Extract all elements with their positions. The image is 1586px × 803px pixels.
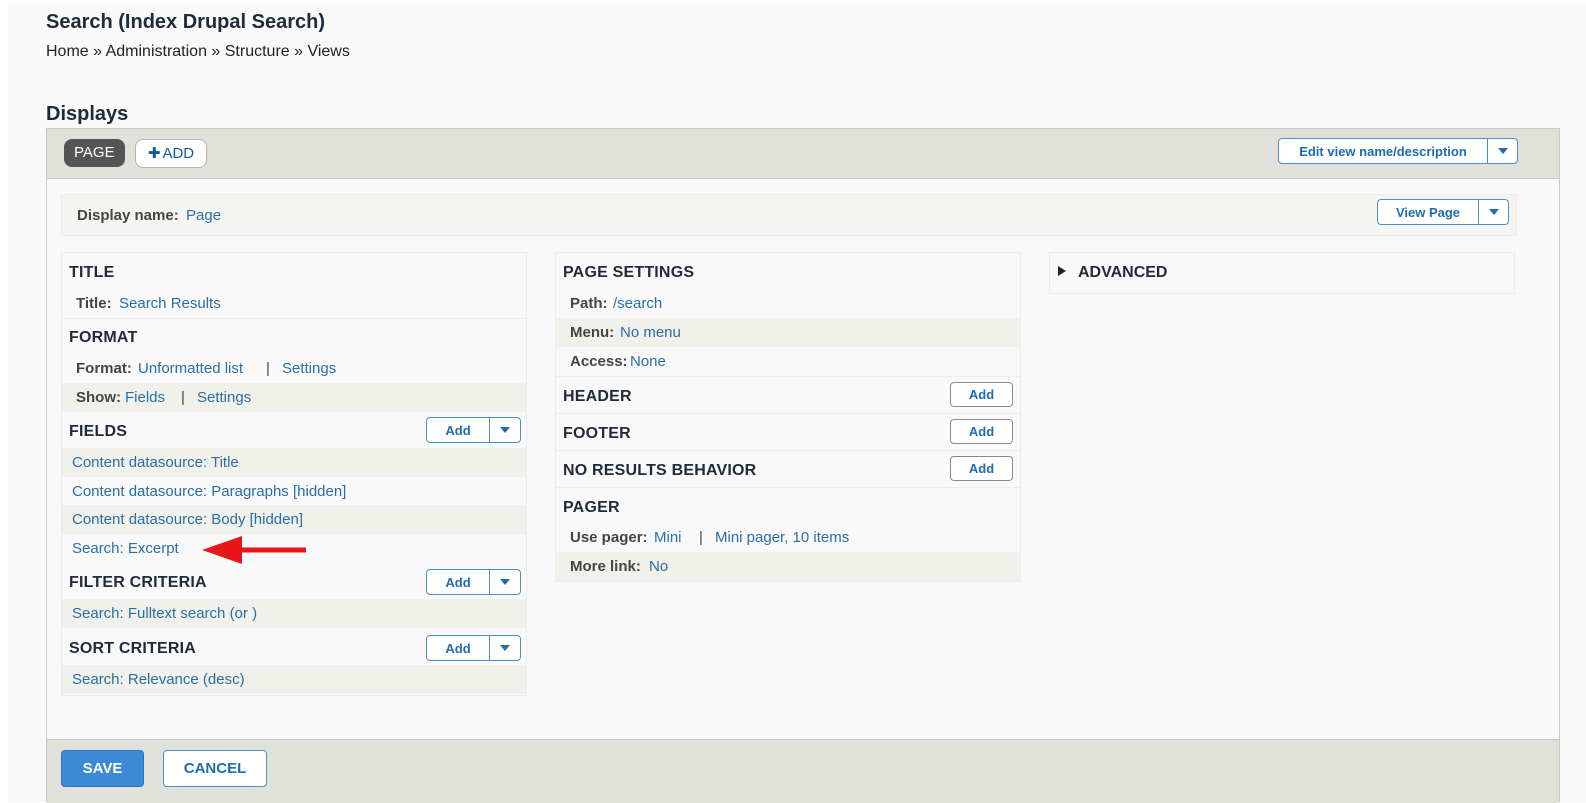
filter-link[interactable]: Search: Fulltext search (or ) [72, 605, 257, 622]
view-page-button[interactable]: View Page [1378, 200, 1478, 224]
column-third: ADVANCED [1049, 252, 1515, 294]
access-label: Access: [570, 353, 628, 370]
annotation-arrow-icon [202, 536, 306, 564]
menu-value-link[interactable]: No menu [620, 324, 681, 341]
list-item[interactable]: Content datasource: Paragraphs [hidden] [62, 477, 526, 506]
field-link[interactable]: Content datasource: Body [hidden] [72, 511, 303, 528]
menu-label: Menu: [570, 324, 615, 341]
use-pager-label: Use pager: [570, 529, 648, 546]
section-sort-heading: SORT CRITERIA [69, 640, 197, 657]
divider [556, 450, 1020, 451]
title-value-link[interactable]: Search Results [119, 295, 221, 312]
more-link-value-link[interactable]: No [649, 558, 668, 575]
section-header-heading: HEADER [563, 388, 632, 405]
displays-panel: PAGE ✚ ADD Edit view name/description Dis… [46, 128, 1560, 803]
show-settings-link[interactable]: Settings [197, 389, 251, 406]
list-item[interactable]: Search: Fulltext search (or ) [62, 599, 526, 628]
format-row: Format: Unformatted list | Settings [62, 354, 526, 383]
list-item[interactable]: Content datasource: Body [hidden] [62, 505, 526, 534]
use-pager-value-link[interactable]: Mini [654, 529, 682, 546]
tab-page[interactable]: PAGE [64, 139, 125, 167]
show-value-link[interactable]: Fields [125, 389, 165, 406]
divider [556, 487, 1020, 488]
title-label: Title: [76, 295, 112, 312]
title-row: Title: Search Results [62, 289, 526, 318]
access-row: Access: None [556, 347, 1020, 376]
displays-heading: Displays [46, 103, 129, 125]
display-name-bar: Display name: Page View Page [61, 194, 1517, 236]
section-no-results-heading: NO RESULTS BEHAVIOR [563, 462, 757, 479]
use-pager-row: Use pager: Mini | Mini pager, 10 items [556, 523, 1020, 552]
separator: | [699, 529, 703, 546]
section-page-settings-heading: PAGE SETTINGS [563, 264, 695, 281]
divider [556, 413, 1020, 414]
divider [556, 376, 1020, 377]
cancel-button[interactable]: CANCEL [163, 750, 267, 787]
add-display-label: ADD [162, 145, 195, 162]
add-display-button[interactable]: ✚ ADD [135, 139, 207, 168]
filter-add-button[interactable]: Add [427, 570, 489, 594]
edit-view-name-button[interactable]: Edit view name/description [1279, 139, 1487, 163]
field-link[interactable]: Content datasource: Title [72, 454, 239, 471]
section-fields-heading: FIELDS [69, 423, 128, 440]
pager-detail-link[interactable]: Mini pager, 10 items [715, 529, 849, 546]
section-format-heading: FORMAT [69, 329, 138, 346]
section-pager-heading: PAGER [563, 499, 620, 516]
separator: | [181, 389, 185, 406]
form-actions-bar: SAVE CANCEL [47, 739, 1559, 803]
view-page-dropbutton[interactable]: View Page [1377, 199, 1509, 225]
field-link[interactable]: Content datasource: Paragraphs [hidden] [72, 483, 346, 500]
list-item[interactable]: Search: Relevance (desc) [62, 665, 526, 694]
more-link-row: More link: No [556, 552, 1020, 581]
format-value-link[interactable]: Unformatted list [138, 360, 243, 377]
section-footer-heading: FOOTER [563, 425, 631, 442]
chevron-down-icon[interactable] [1478, 200, 1508, 224]
sort-add-button[interactable]: Add [427, 636, 489, 660]
list-item[interactable]: Content datasource: Title [62, 448, 526, 477]
save-button[interactable]: SAVE [61, 750, 144, 787]
show-row: Show: Fields | Settings [62, 383, 526, 412]
more-link-label: More link: [570, 558, 641, 575]
show-label: Show: [76, 389, 121, 406]
sort-add-dropbutton[interactable]: Add [426, 635, 521, 661]
format-label: Format: [76, 360, 132, 377]
display-name-link[interactable]: Page [186, 207, 221, 224]
filter-add-dropbutton[interactable]: Add [426, 569, 521, 595]
page-container: Search (Index Drupal Search) Home » Admi… [8, 3, 1586, 803]
fields-add-dropbutton[interactable]: Add [426, 417, 521, 443]
breadcrumb[interactable]: Home » Administration » Structure » View… [46, 43, 350, 61]
divider [62, 318, 526, 319]
path-value-link[interactable]: /search [613, 295, 662, 312]
chevron-down-icon[interactable] [489, 636, 520, 660]
field-link-search-excerpt[interactable]: Search: Excerpt [72, 540, 179, 557]
section-title-heading: TITLE [69, 264, 115, 281]
page-title: Search (Index Drupal Search) [46, 11, 325, 33]
edit-view-dropbutton[interactable]: Edit view name/description [1278, 138, 1518, 164]
section-filter-heading: FILTER CRITERIA [69, 574, 207, 591]
footer-add-button[interactable]: Add [950, 419, 1013, 444]
chevron-down-icon[interactable] [489, 418, 520, 442]
chevron-down-icon[interactable] [1487, 139, 1517, 163]
separator: | [266, 360, 270, 377]
column-second: PAGE SETTINGS Path: /search Menu: No men… [555, 252, 1021, 582]
access-value-link[interactable]: None [630, 353, 666, 370]
display-tabs-bar: PAGE ✚ ADD Edit view name/description [47, 129, 1559, 179]
triangle-right-icon [1058, 266, 1066, 276]
column-first: TITLE Title: Search Results FORMAT Forma… [61, 252, 527, 696]
advanced-label: ADVANCED [1078, 264, 1168, 281]
advanced-toggle[interactable]: ADVANCED [1058, 264, 1167, 282]
path-row: Path: /search [556, 289, 1020, 318]
menu-row: Menu: No menu [556, 318, 1020, 347]
plus-icon: ✚ [147, 145, 161, 162]
chevron-down-icon[interactable] [489, 570, 520, 594]
format-settings-link[interactable]: Settings [282, 360, 336, 377]
no-results-add-button[interactable]: Add [950, 456, 1013, 481]
display-name-label: Display name: [77, 207, 179, 224]
path-label: Path: [570, 295, 608, 312]
sort-link[interactable]: Search: Relevance (desc) [72, 671, 245, 688]
header-add-button[interactable]: Add [950, 382, 1013, 407]
fields-add-button[interactable]: Add [427, 418, 489, 442]
